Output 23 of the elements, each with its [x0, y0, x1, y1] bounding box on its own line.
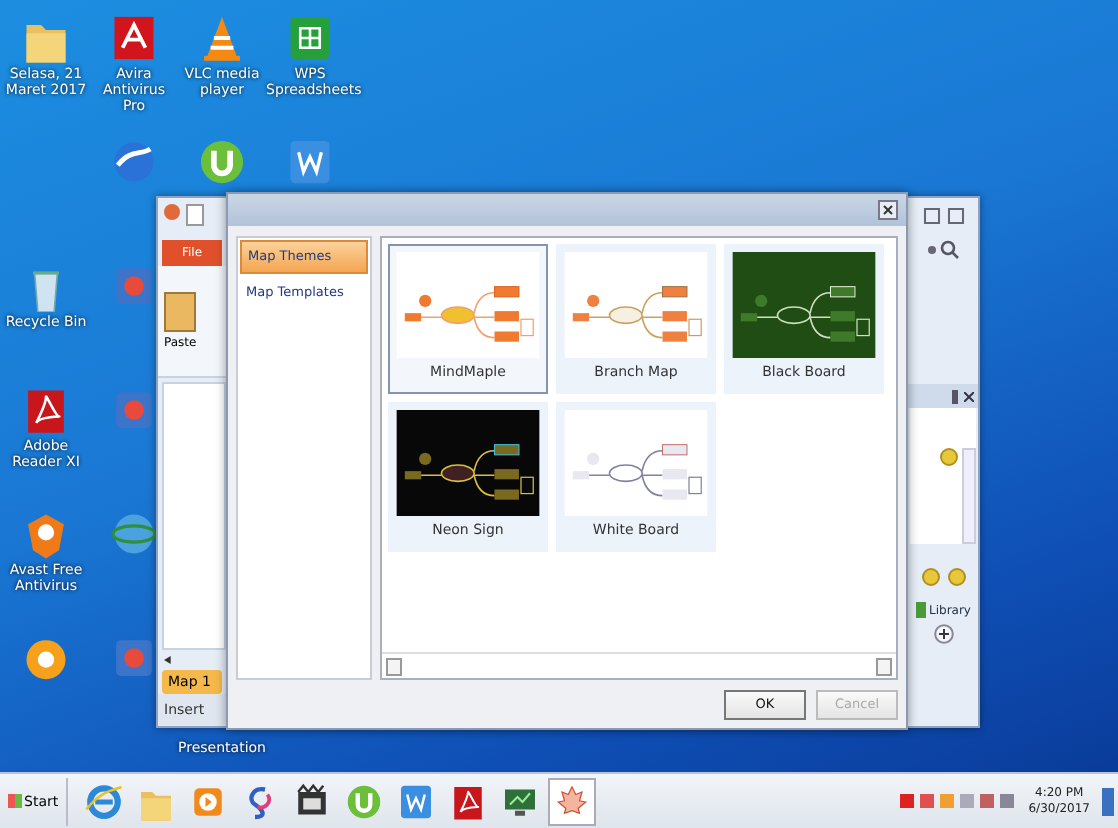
close-icon[interactable]: [964, 391, 974, 401]
speaker-icon[interactable]: [1000, 794, 1015, 808]
torrent-icon[interactable]: [196, 136, 248, 188]
mind-map-preview-drawing: [396, 252, 540, 358]
bulb-icon[interactable]: [940, 448, 958, 466]
close-button[interactable]: [878, 200, 898, 220]
scroll-right-icon[interactable]: [876, 657, 892, 675]
mind-map-preview-drawing: [564, 410, 708, 516]
mind-map-preview-drawing: [732, 252, 876, 358]
scroll-left-icon[interactable]: [164, 656, 172, 664]
zoom-icon[interactable]: [923, 240, 963, 260]
show-desktop-button[interactable]: [1102, 787, 1114, 815]
maximize-icon[interactable]: [947, 208, 963, 224]
app-logo-icon[interactable]: [164, 204, 180, 220]
mind-map-preview-drawing: [396, 410, 540, 516]
horizontal-scrollbar[interactable]: [382, 652, 896, 678]
scrollbar[interactable]: [962, 448, 976, 544]
book-icon: [915, 602, 925, 618]
add-icon[interactable]: [933, 624, 953, 644]
mind-map-preview-drawing: [564, 252, 708, 358]
new-document-icon[interactable]: [186, 204, 204, 226]
restore-icon[interactable]: [923, 208, 939, 224]
pin-icon[interactable]: [952, 389, 958, 403]
